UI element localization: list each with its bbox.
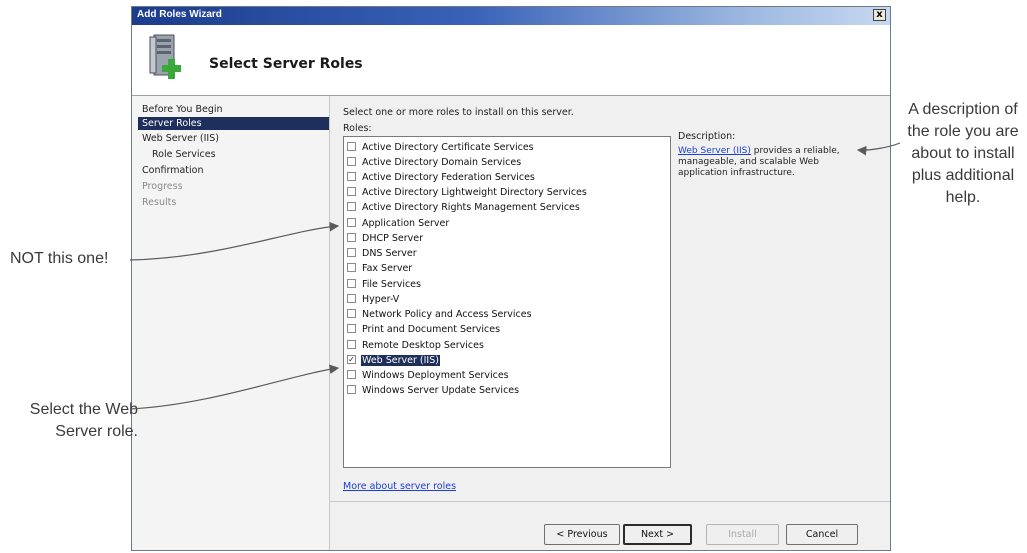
arrow-description — [856, 142, 901, 156]
arrow-not-this-one — [129, 221, 340, 261]
callout-arrows — [129, 142, 901, 410]
arrow-select-web-server — [129, 364, 340, 410]
